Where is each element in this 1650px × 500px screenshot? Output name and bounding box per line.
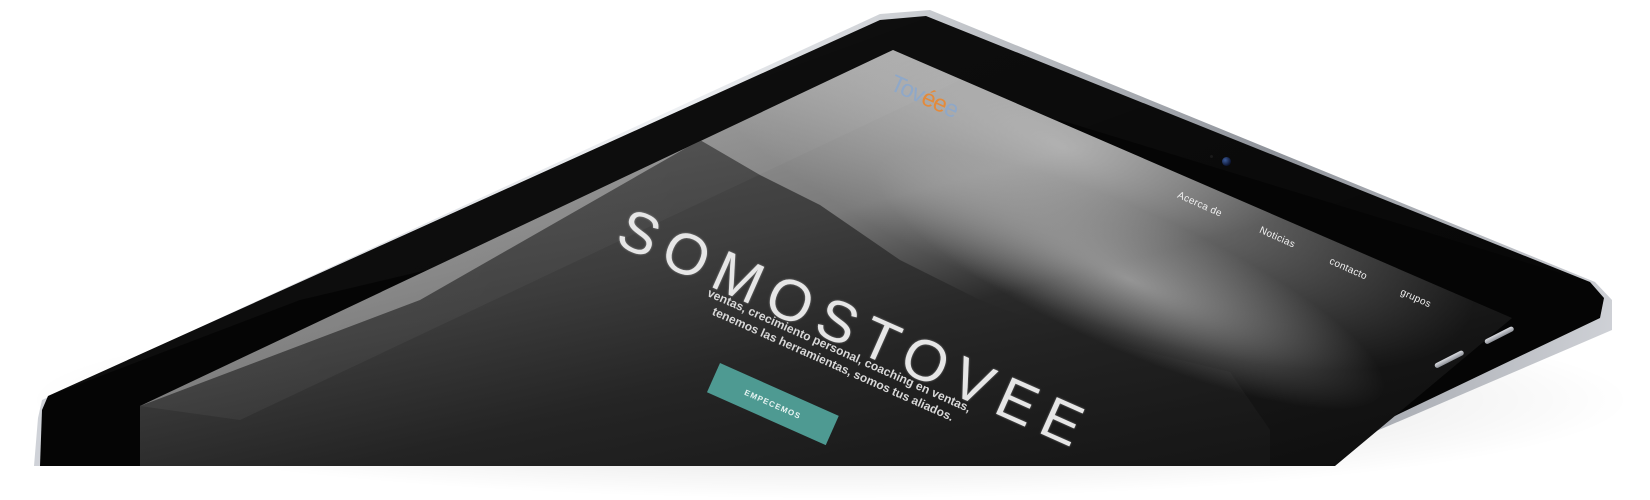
nav-contacto[interactable]: contacto xyxy=(1328,256,1369,282)
nav-noticias[interactable]: Noticias xyxy=(1258,225,1297,250)
tablet-photo: Tovéee Acerca de Noticias contacto grupo… xyxy=(0,0,1650,500)
cta-label: EMPECEMOS xyxy=(743,387,803,421)
website: Tovéee Acerca de Noticias contacto grupo… xyxy=(0,0,1650,466)
nav-grupos[interactable]: grupos xyxy=(1399,287,1433,310)
hero-title: SOMOSTOVEE xyxy=(608,195,1102,464)
empecemos-button[interactable]: EMPECEMOS xyxy=(706,363,839,446)
site-logo[interactable]: Tovéee xyxy=(886,70,962,125)
nav-acerca-de[interactable]: Acerca de xyxy=(1176,190,1224,219)
